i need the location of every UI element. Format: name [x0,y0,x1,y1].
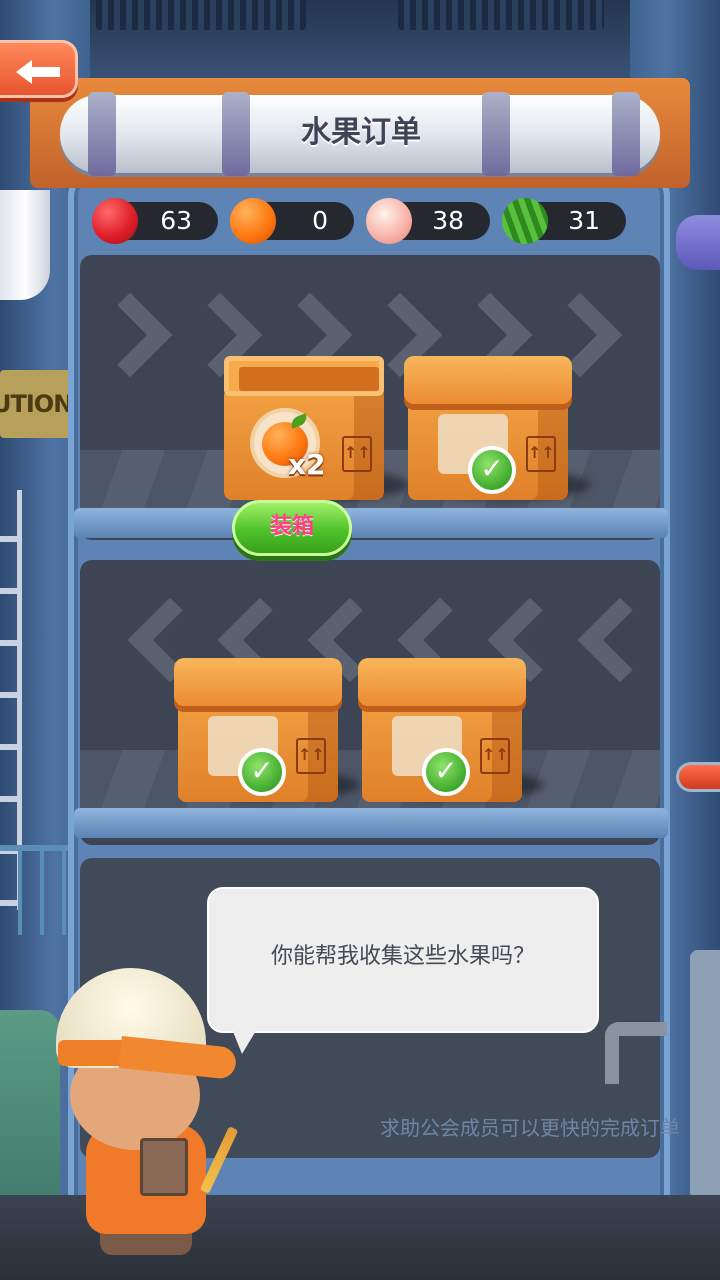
gray-pipe [605,1022,667,1084]
order-quantity: x2 [288,448,326,481]
pipe-joint [612,92,640,176]
page-title: 水果订单 [301,115,421,150]
pack-button[interactable]: 装箱 [232,500,352,556]
back-button[interactable] [0,40,78,98]
peach-icon [366,198,412,244]
orange-icon [230,198,276,244]
this-side-up-icon: ↑↑ [342,436,372,472]
box-inside [239,367,379,391]
order-box-completed: ↑↑ ✓ [358,658,526,803]
conveyor-arrow [87,292,173,378]
check-icon: ✓ [468,446,516,494]
box-lid [174,658,342,706]
ceiling-vent [96,0,306,30]
back-arrow-icon [16,60,60,84]
right-door [690,950,720,1200]
left-pipe [0,190,50,300]
watermelon-icon [502,198,548,244]
ceiling-vent [398,0,604,30]
pipe-joint [88,92,116,176]
conveyor-rail [74,808,668,838]
order-box-completed: ↑↑ ✓ [174,658,342,803]
guild-help-hint: 求助公会成员可以更快的完成订单 [380,1116,680,1140]
conveyor-arrow [577,597,660,683]
box-lid [358,658,526,706]
strawberry-icon [92,198,138,244]
box-rim [224,356,384,396]
this-side-up-icon: ↑↑ [480,738,510,774]
check-icon: ✓ [422,748,470,796]
this-side-up-icon: ↑↑ [526,436,556,472]
conveyor-rail [74,508,668,538]
right-warning-light [676,762,720,792]
dialog-text: 你能帮我收集这些水果吗？ [270,944,535,969]
clipboard-icon [140,1138,188,1196]
check-icon: ✓ [238,748,286,796]
green-machine [0,1010,60,1220]
order-box-completed: ↑↑ ✓ [404,356,572,501]
pipe-joint [482,92,510,176]
box-lid [404,356,572,404]
right-lamp [676,215,720,270]
order-box-open[interactable]: x2 ↑↑ [224,356,384,501]
this-side-up-icon: ↑↑ [296,738,326,774]
